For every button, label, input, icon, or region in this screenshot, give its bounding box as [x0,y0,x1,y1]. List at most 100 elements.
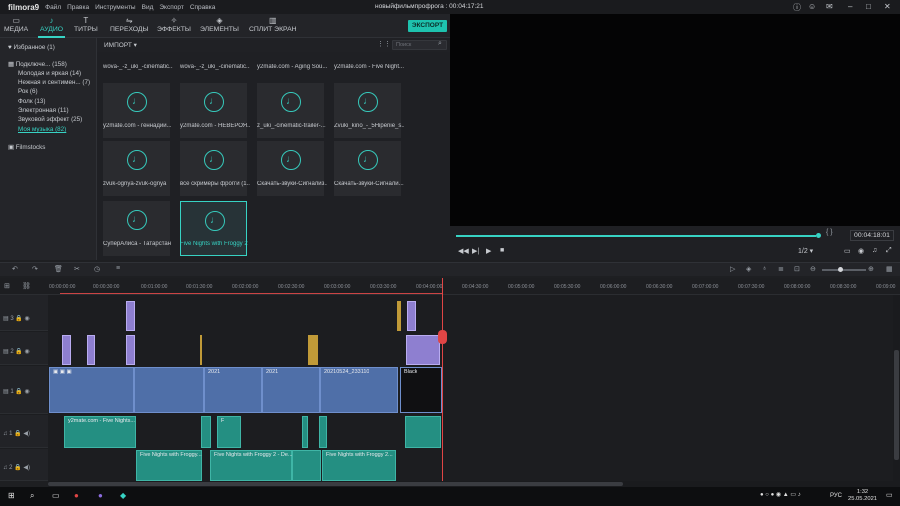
marker-icon[interactable]: ◈ [746,265,751,273]
audio-clip[interactable] [201,416,211,448]
audio-clip[interactable] [292,450,321,481]
mail-icon[interactable]: ✉ [826,2,833,11]
audio-tile[interactable]: ♩ [103,201,170,256]
export-button[interactable]: ЭКСПОРТ [408,20,447,32]
info-icon[interactable]: ⓘ [793,2,801,13]
playback-progress[interactable] [456,235,816,237]
title-clip[interactable] [308,335,318,365]
mic-icon[interactable]: ♁ [762,265,767,272]
playhead-marker[interactable] [438,330,447,344]
windows-start-icon[interactable]: ⊞ [8,491,15,500]
sidebar-item-folk[interactable]: Фолк (13) [18,98,46,105]
audio-clip[interactable]: F [217,416,241,448]
title-clip[interactable] [397,301,401,331]
volume-icon[interactable]: ♫ [872,247,877,254]
title-clip[interactable] [126,335,135,365]
audio-tile[interactable]: ♩ [257,141,324,196]
sidebar-item-young[interactable]: Молодая и яркая (14) [18,70,81,77]
audio-tile[interactable]: ♩ [334,141,401,196]
title-clip[interactable] [126,301,135,331]
language-indicator[interactable]: РУС [830,493,842,499]
tab-elements[interactable]: ◈ ЭЛЕМЕНТЫ [200,16,239,33]
lock-icon[interactable]: 🔒 [15,349,22,355]
title-clip[interactable] [87,335,95,365]
eye-icon[interactable]: ◉ [25,316,30,322]
maximize-icon[interactable]: □ [866,2,871,11]
audio-clip[interactable] [405,416,441,448]
audio-clip[interactable]: y2mate.com - Five Nights... [64,416,136,448]
audio-tile[interactable]: ♩ [334,83,401,138]
title-clip[interactable] [406,335,440,365]
video-clip[interactable] [134,367,204,413]
yandex-icon[interactable]: ● [74,491,79,500]
video-clip[interactable]: ▣ ▣ ▣ [49,367,134,413]
sidebar-item-connected[interactable]: ▦ Подключе... (158) [8,61,67,68]
step-icon[interactable]: ▶| [472,247,479,255]
eye-icon[interactable]: ◉ [25,349,30,355]
menu-tools[interactable]: Инструменты [95,4,136,11]
lock-icon[interactable]: 🔒 [14,431,21,437]
title-clip[interactable] [62,335,71,365]
close-icon[interactable]: ✕ [884,2,891,11]
speaker-icon[interactable]: ◀) [23,431,30,437]
playhead[interactable] [442,278,443,481]
tray-icons[interactable]: ● ○ ● ◉ ▲ ▭ ♪ [760,491,801,498]
cut-icon[interactable]: ✂ [74,265,80,273]
fullscreen-icon[interactable]: ⤢ [886,247,892,255]
zoom-slider[interactable] [822,269,866,271]
playback-knob[interactable] [816,233,821,238]
tab-effects[interactable]: ✧ ЭФФЕКТЫ [157,16,191,33]
tab-splitscreen[interactable]: ▥ СПЛИТ ЭКРАН [249,16,297,33]
filmora-taskbar-icon[interactable]: ◆ [120,491,126,500]
tab-audio[interactable]: ♪ АУДИО [37,16,66,38]
lock-icon[interactable]: 🔒 [14,465,21,471]
black-clip[interactable]: Black [400,367,442,413]
audio-clip[interactable]: Five Nights with Froggy... [136,450,202,481]
system-clock[interactable]: 1:32 25.05.2021 [848,489,877,503]
redo-icon[interactable]: ↷ [32,265,38,273]
mark-in-icon[interactable]: { } [826,229,833,236]
sidebar-item-favorites[interactable]: ♥ Избранное (1) [8,44,55,51]
minimize-icon[interactable]: – [848,2,852,11]
audio-tile[interactable]: ♩ [257,83,324,138]
sidebar-item-sfx[interactable]: Звуковой эффект (25) [18,116,82,123]
sidebar-item-electronic[interactable]: Электронная (11) [18,107,69,114]
task-view-icon[interactable]: ▭ [52,491,60,500]
viber-icon[interactable]: ● [98,491,103,500]
search-icon[interactable]: ⌕ [30,491,34,501]
menu-edit[interactable]: Правка [67,4,89,11]
notifications-icon[interactable]: ▭ [886,491,893,499]
eye-icon[interactable]: ◉ [25,389,30,395]
lock-icon[interactable]: 🔒 [15,316,22,322]
sidebar-item-my-music[interactable]: Моя музыка (82) [18,126,66,133]
fit-icon[interactable]: ▦ [886,265,893,273]
vertical-scrollbar[interactable] [893,295,900,481]
zoom-in-icon[interactable]: ⊕ [868,265,874,273]
sidebar-item-filmstocks[interactable]: ▣ Filmstocks [8,144,45,151]
add-track-icon[interactable]: ⊞ [4,282,10,290]
video-clip[interactable]: 2021 [204,367,262,413]
ratio-select[interactable]: 1/2 ▾ [798,247,813,255]
timeline-ruler[interactable]: ⊞ ⛓ 00:00:00:00 00:00:30:00 00:01:00:00 … [0,278,900,295]
speaker-icon[interactable]: ◀) [23,465,30,471]
display-icon[interactable]: ▭ [844,247,851,255]
menu-view[interactable]: Вид [142,4,154,11]
snapshot-icon[interactable]: ◉ [858,247,864,255]
tab-media[interactable]: ▭ МЕДИА [4,16,28,33]
menu-export[interactable]: Экспорт [159,4,183,11]
tab-transitions[interactable]: ⇋ ПЕРЕХОДЫ [110,16,149,33]
audio-clip[interactable] [302,416,308,448]
video-clip[interactable]: 20210524_233110 [320,367,398,413]
audio-clip[interactable]: Five Nights with Froggy 2... [322,450,396,481]
undo-icon[interactable]: ↶ [12,265,18,273]
export-track-icon[interactable]: ⊡ [794,265,800,273]
menu-file[interactable]: Файл [45,4,61,11]
mixer-icon[interactable]: ≣ [778,265,784,273]
grid-view-icon[interactable]: ⋮⋮ [377,40,391,48]
sidebar-item-rock[interactable]: Рок (6) [18,88,38,95]
tab-titles[interactable]: T ТИТРЫ [74,16,98,33]
delete-icon[interactable]: 🗑 [54,265,63,273]
play-icon[interactable]: ▶ [486,247,491,255]
hscroll-thumb[interactable] [48,482,623,486]
lock-icon[interactable]: 🔒 [15,389,22,395]
